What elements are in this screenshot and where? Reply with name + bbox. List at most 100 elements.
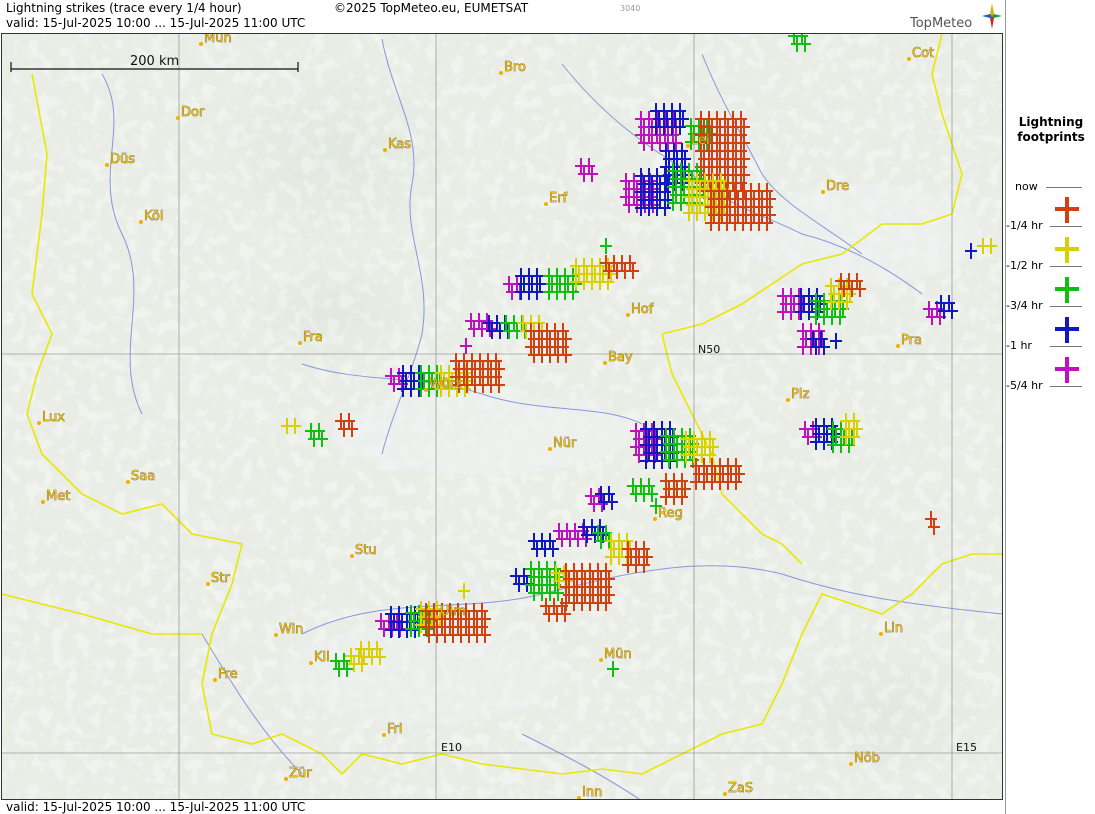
legend-rule [1050,306,1082,307]
city-label: Inn [582,785,602,800]
city-dot [626,313,630,317]
city-dot [37,421,41,425]
map-code: 3040 [620,4,641,13]
city-label: Würz [429,377,462,392]
city-dot [284,777,288,781]
legend-rule [1050,346,1082,347]
city-dot [382,733,386,737]
map-title: Lightning strikes (trace every 1/4 hour) [6,1,242,15]
city-label: Fra [303,330,323,345]
city-label: Saa [131,469,155,484]
map-footer: valid: 15-Jul-2025 10:00 ... 15-Jul-2025… [0,800,1003,814]
city-dot [298,341,302,345]
satellite-background [2,34,1002,799]
copyright: ©2025 TopMeteo.eu, EUMETSAT [334,1,529,15]
legend-label: -3/4 hr [1006,299,1043,312]
city-label: Plz [791,387,809,402]
city-label: Lei [691,133,710,148]
compass-icon [982,3,1002,29]
city-dot [821,190,825,194]
graticule-label: N50 [698,343,720,356]
legend-cross-icon [1055,237,1079,263]
graticule-label: E15 [956,741,977,754]
legend-rule [1046,187,1082,188]
city-label: Str [211,571,230,586]
legend-cross-icon [1055,197,1079,223]
legend-label: -1 hr [1006,339,1032,352]
city-dot [126,480,130,484]
legend-label: -1/2 hr [1006,259,1043,272]
city-label: Fre [218,667,238,682]
city-dot [274,633,278,637]
city-dot [309,661,313,665]
topmeteo-logo[interactable]: TopMeteo [905,2,1003,32]
city-label: Kli [314,650,330,665]
city-label: Mün [204,34,232,46]
city-label: Bro [504,60,526,75]
city-label: Dre [826,179,849,194]
graticule-label: E10 [441,741,462,754]
city-label: Met [46,489,70,504]
city-dot [544,202,548,206]
legend-title-line1: Lightning [1018,115,1084,129]
city-label: Fri [387,722,403,737]
legend-cross-icon [1055,357,1079,383]
legend-cross-icon [1055,317,1079,343]
legend-panel: Lightning footprints now -1/4 hr -1/2 hr -3… [1005,0,1095,814]
logo-text: TopMeteo [910,16,973,31]
city-dot [548,447,552,451]
city-dot [105,163,109,167]
city-label: Stu [355,543,377,558]
city-dot [879,632,883,636]
legend-rule [1050,386,1082,387]
map-canvas[interactable]: N50 E10 E15 Mün Bro Cot Dor Kas Lei Düs Erf Dre Köl… [2,34,1003,800]
city-label: Hof [631,302,654,317]
footer-valid-time: valid: 15-Jul-2025 10:00 ... 15-Jul-2025… [6,800,306,814]
city-label: Erf [549,191,568,206]
city-dot [786,398,790,402]
city-dot [213,678,217,682]
city-label: Köl [144,209,163,224]
city-label: Cot [912,46,934,61]
city-dot [383,148,387,152]
city-label: Pra [901,333,922,348]
city-dot [499,71,503,75]
city-dot [176,116,180,120]
city-dot [199,42,203,46]
city-dot [206,582,210,586]
legend-label: now [1015,180,1038,193]
city-label: Mün [604,647,632,662]
city-label: Dor [181,105,205,120]
valid-time: valid: 15-Jul-2025 10:00 ... 15-Jul-2025… [6,16,306,30]
city-dot [653,517,657,521]
city-dot [686,144,690,148]
legend-label: -1/4 hr [1006,219,1043,232]
legend-title-line2: footprints [1017,130,1085,144]
legend-cross-icon [1055,277,1079,303]
city-dot [907,57,911,61]
city-label: Nöb [854,751,880,766]
city-label: Lux [42,410,65,425]
city-dot [849,762,853,766]
city-label: Ulm [440,604,466,619]
city-label: Win [279,622,303,637]
city-dot [599,658,603,662]
legend-rule [1050,266,1082,267]
city-label: Düs [110,152,135,167]
city-label: Zür [289,766,312,781]
lightning-map[interactable]: N50 E10 E15 Mün Bro Cot Dor Kas Lei Düs Erf Dre Köl… [1,33,1003,800]
city-label: Nür [553,436,577,451]
city-label: ZaS [728,781,753,796]
legend-label: -5/4 hr [1006,379,1043,392]
city-label: Reg [658,506,683,521]
city-dot [723,792,727,796]
city-dot [424,388,428,392]
city-dot [896,344,900,348]
map-header: Lightning strikes (trace every 1/4 hour)… [0,0,1003,32]
city-label: Bay [608,350,633,365]
city-label: Lin [884,621,903,636]
city-dot [41,500,45,504]
city-label: Kas [388,137,411,152]
scale-label: 200 km [130,54,179,69]
city-dot [435,615,439,619]
